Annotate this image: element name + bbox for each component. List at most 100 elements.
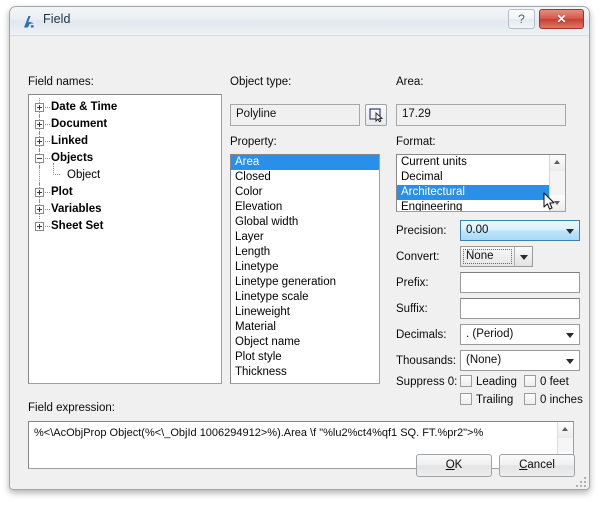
property-item[interactable]: Global width [231,215,379,230]
field-expression-value: %<\AcObjProp Object(%<\_ObjId 1006294912… [34,427,484,439]
suppress-leading-label: Leading [476,376,517,388]
tree-connector [45,209,50,210]
property-item[interactable]: Thickness [231,365,379,380]
tree-item-label: Object [67,169,101,181]
prefix-input[interactable] [460,272,580,293]
checkbox-icon[interactable] [460,375,472,387]
thousands-combobox[interactable]: (None) [460,350,580,371]
decimals-value: . (Period) [466,328,514,340]
focus-indicator [463,249,512,264]
property-item[interactable]: Object name [231,335,379,350]
tree-connector [45,158,50,159]
chevron-down-icon[interactable] [561,325,579,344]
suppress-zero-label: Suppress 0: [396,376,458,388]
precision-combobox[interactable]: 0.00 [460,220,580,241]
tree-connector [45,192,50,193]
checkbox-icon[interactable] [460,393,472,405]
tree-item-label: Date & Time [51,101,118,113]
property-item[interactable]: Linetype scale [231,290,379,305]
precision-value: 0.00 [466,224,489,236]
cancel-label-rest: ancel [527,459,555,471]
scroll-up-button[interactable] [558,422,573,438]
expand-icon[interactable] [35,137,44,146]
property-item[interactable]: Linetype [231,260,379,275]
property-listbox[interactable]: Area Closed Color Elevation Global width… [230,154,380,384]
suffix-label: Suffix: [396,303,428,315]
convert-combobox[interactable]: None [460,246,533,267]
ok-accel: O [445,459,455,471]
format-listbox[interactable]: Current units Decimal Architectural Engi… [396,154,566,212]
precision-label: Precision: [396,225,447,237]
help-button[interactable]: ? [508,9,535,29]
property-item[interactable]: Linetype generation [231,275,379,290]
format-item[interactable]: Decimal [397,170,549,185]
field-expression-label: Field expression: [28,402,115,414]
chevron-down-icon[interactable] [514,247,532,266]
suppress-leading-checkbox[interactable]: Leading [460,375,517,388]
property-item[interactable]: Lineweight [231,305,379,320]
tree-item-label: Document [51,118,108,130]
chevron-down-icon[interactable] [561,221,579,240]
tree-item-label: Linked [51,135,89,147]
cancel-button[interactable]: Cancel [499,454,575,477]
tree-item-object[interactable]: Object [29,163,221,185]
suppress-0inches-label: 0 inches [540,394,583,406]
tree-connector [45,107,50,108]
tree-item-variables[interactable]: Variables [29,200,221,219]
object-type-label: Object type: [230,76,292,88]
property-item[interactable]: Elevation [231,200,379,215]
tree-item-date-time[interactable]: Date & Time [29,98,221,117]
property-item[interactable]: Plot style [231,350,379,365]
ok-button[interactable]: OK [416,454,492,477]
collapse-icon[interactable] [35,154,44,163]
property-item[interactable]: Layer [231,230,379,245]
tree-item-label: Variables [51,203,102,215]
checkbox-icon[interactable] [524,375,536,387]
chevron-up-icon [562,427,568,431]
tree-item-plot[interactable]: Plot [29,183,221,202]
tree-item-sheet-set[interactable]: Sheet Set [29,218,221,235]
field-expression-box[interactable]: %<\AcObjProp Object(%<\_ObjId 1006294912… [28,421,574,469]
property-item[interactable]: Closed [231,170,379,185]
format-item[interactable]: Engineering [397,200,549,211]
area-label: Area: [396,76,424,88]
suppress-0inches-checkbox[interactable]: 0 inches [524,393,583,406]
expand-icon[interactable] [35,222,44,231]
property-item[interactable]: Material [231,320,379,335]
tree-connector [45,226,50,227]
expand-icon[interactable] [35,188,44,197]
tree-item-linked[interactable]: Linked [29,132,221,151]
object-type-value: Polyline [230,104,360,126]
suffix-input[interactable] [460,298,580,319]
close-button[interactable]: ✕ [539,9,584,29]
property-item[interactable]: Color [231,185,379,200]
suppress-0feet-label: 0 feet [540,376,569,388]
mouse-cursor [543,192,555,210]
suppress-0feet-checkbox[interactable]: 0 feet [524,375,569,388]
ok-label-rest: K [454,459,463,471]
expand-icon[interactable] [35,205,44,214]
expand-icon[interactable] [35,103,44,112]
scroll-up-button[interactable] [550,155,565,171]
tree-item-document[interactable]: Document [29,115,221,134]
title-bar[interactable]: Field ? ✕ [10,7,589,36]
chevron-down-icon[interactable] [561,351,579,370]
thousands-value: (None) [466,354,502,366]
area-value: 17.29 [396,104,566,126]
convert-label: Convert: [396,251,440,263]
expand-icon[interactable] [35,120,44,129]
prefix-label: Prefix: [396,277,429,289]
format-item[interactable]: Current units [397,155,549,170]
checkbox-icon[interactable] [524,393,536,405]
select-object-button[interactable] [365,104,387,126]
resize-grip[interactable] [574,475,586,487]
suppress-trailing-checkbox[interactable]: Trailing [460,393,513,406]
window-title: Field [43,12,71,26]
property-item[interactable]: Area [231,155,379,170]
property-item[interactable]: Length [231,245,379,260]
format-item[interactable]: Architectural [397,185,549,200]
decimals-combobox[interactable]: . (Period) [460,324,580,345]
autocad-a-icon [24,16,34,28]
tree-connector [45,124,50,125]
field-names-tree[interactable]: Date & Time Document Linked Objects Obje… [28,94,222,384]
